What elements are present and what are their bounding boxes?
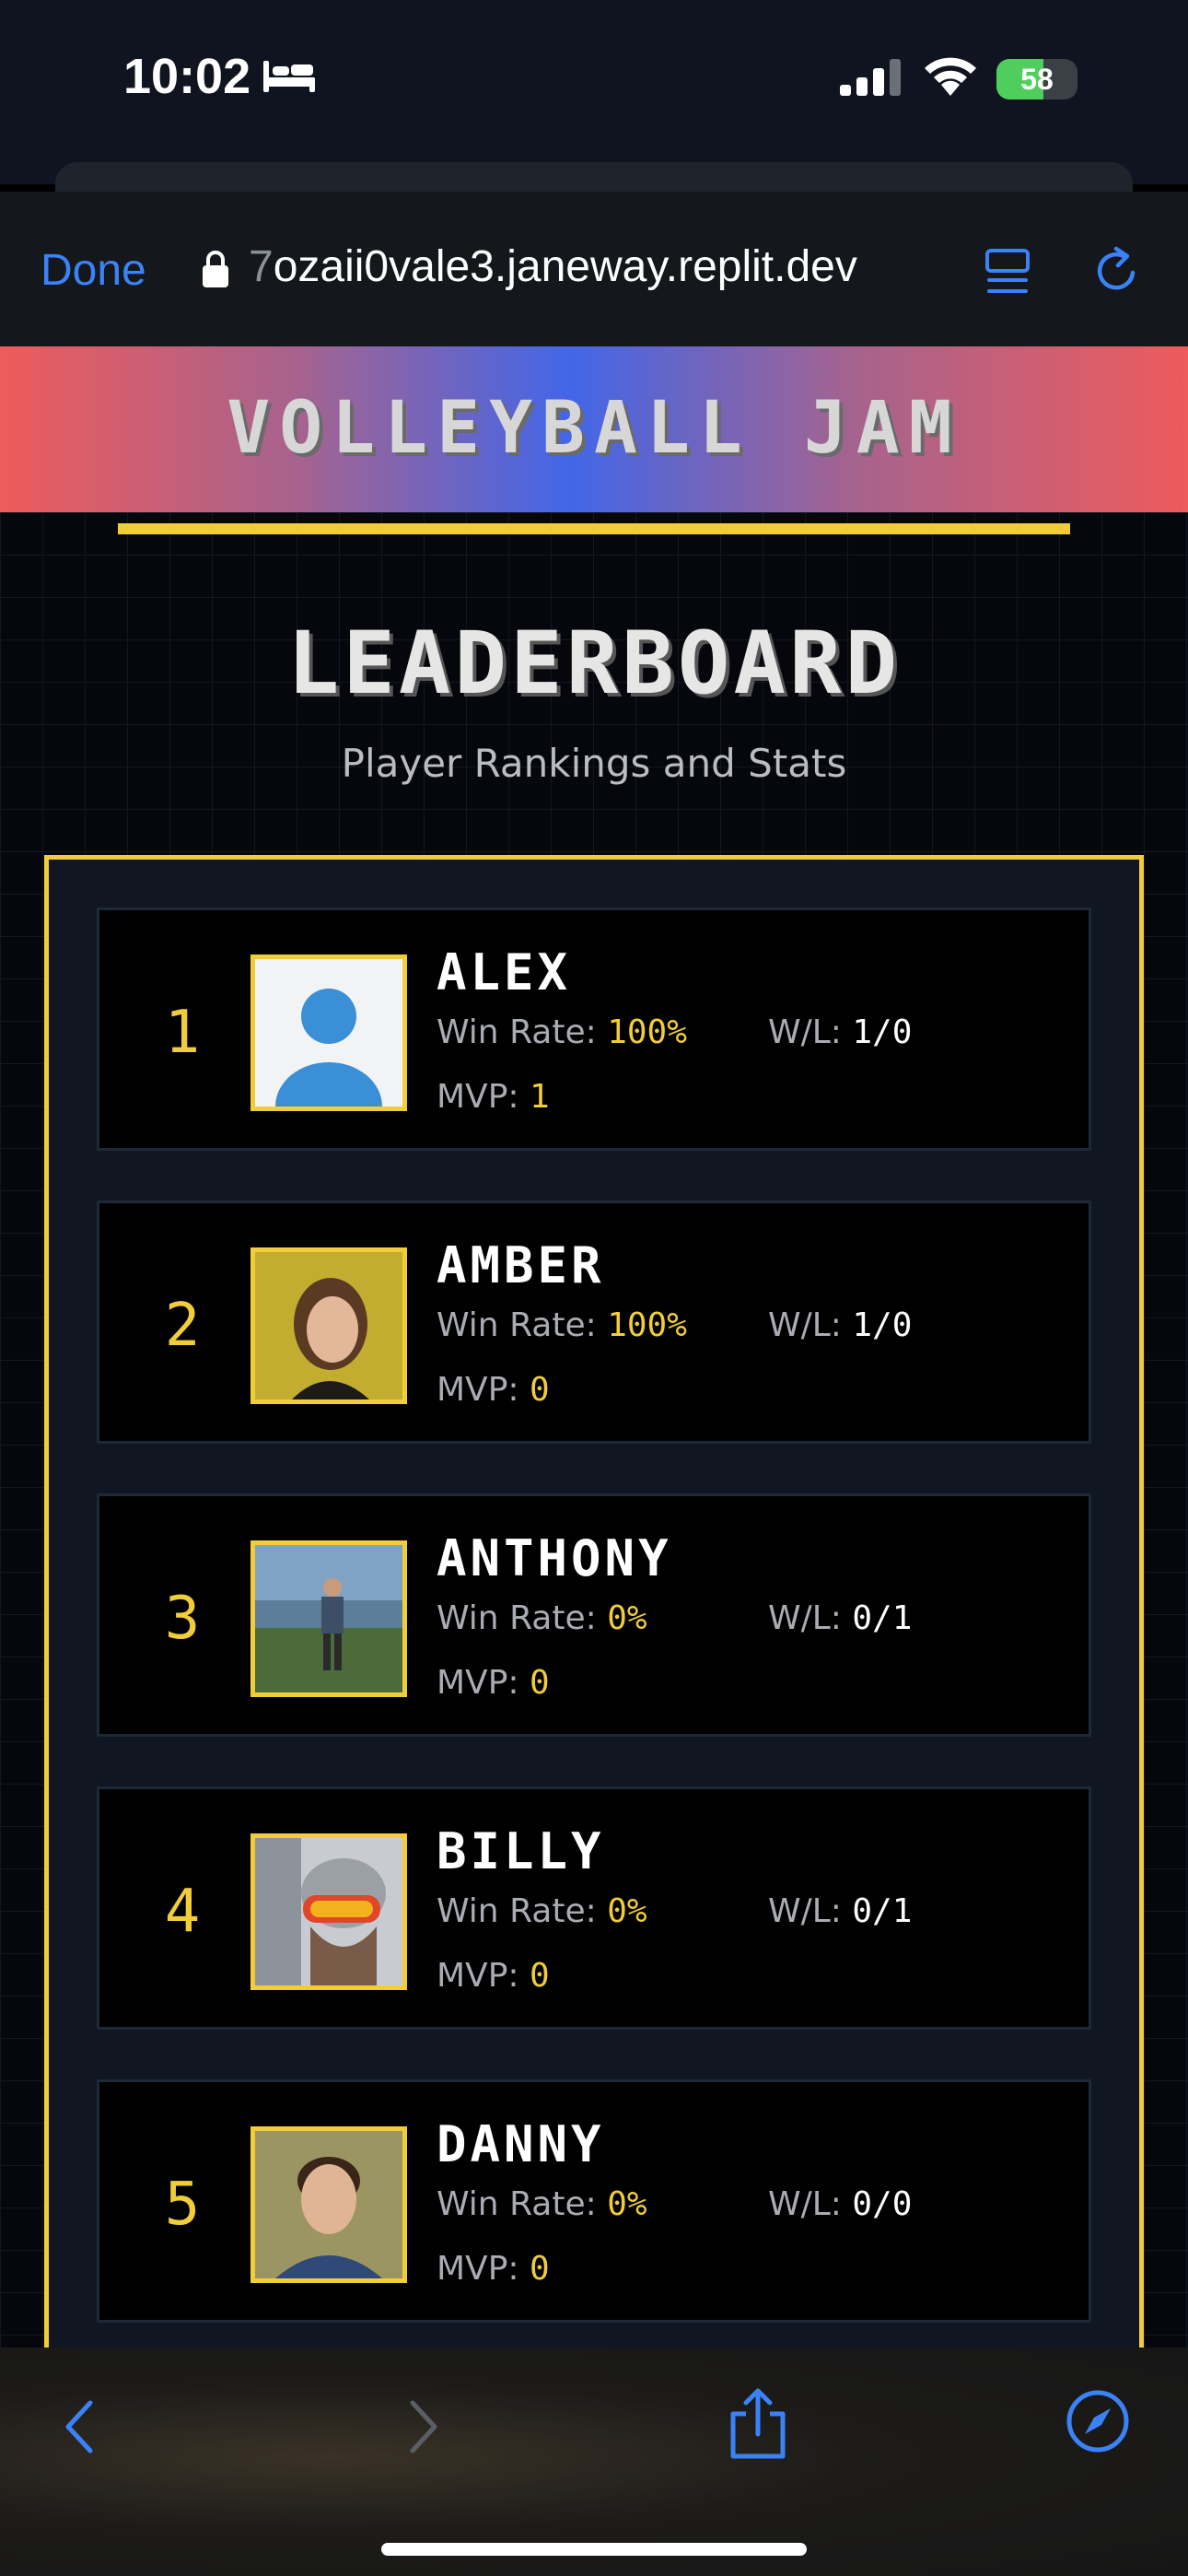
win-rate-label: Win Rate: — [437, 1306, 597, 1344]
wifi-icon — [925, 57, 976, 96]
win-rate-label: Win Rate: — [437, 2185, 597, 2223]
player-photo — [250, 1540, 407, 1697]
rank-number: 5 — [164, 2171, 201, 2239]
rank-number: 4 — [164, 1878, 201, 1946]
mvp-value: 0 — [529, 1371, 550, 1409]
browser-toolbar — [0, 2348, 1188, 2576]
rank-number: 2 — [164, 1292, 201, 1360]
reload-icon[interactable] — [1090, 245, 1142, 297]
mvp-stat: MVP: 0 — [437, 1664, 550, 1702]
win-rate-value: 100% — [607, 1013, 687, 1051]
back-icon[interactable] — [59, 2397, 99, 2456]
url-prefix: 7 — [249, 242, 274, 291]
mvp-label: MVP: — [437, 1664, 519, 1702]
mvp-value: 0 — [529, 1957, 550, 1995]
rank-number: 1 — [164, 999, 201, 1067]
wl-value: 1/0 — [852, 1013, 913, 1051]
rank-number: 3 — [164, 1585, 201, 1653]
page-title: LEADERBOARD — [286, 614, 902, 714]
mvp-label: MVP: — [437, 1371, 519, 1409]
player-row[interactable]: 5 DANNY Win Rate: 0% W/L: 0/0 MVP: 0 — [97, 2079, 1091, 2323]
mvp-stat: MVP: 0 — [437, 2250, 550, 2288]
mvp-value: 0 — [529, 2250, 550, 2288]
win-rate-stat: Win Rate: 100% — [437, 1306, 687, 1344]
player-photo — [250, 2126, 407, 2283]
win-rate-value: 0% — [607, 1599, 647, 1637]
app-banner: VOLLEYBALL JAM — [0, 346, 1188, 512]
mvp-label: MVP: — [437, 2250, 519, 2288]
mvp-stat: MVP: 0 — [437, 1957, 550, 1995]
mvp-label: MVP: — [437, 1957, 519, 1995]
wl-stat: W/L: 1/0 — [768, 1306, 912, 1344]
win-rate-value: 0% — [607, 2185, 647, 2223]
player-photo — [250, 1247, 407, 1404]
home-indicator — [381, 2543, 807, 2556]
win-rate-stat: Win Rate: 100% — [437, 1013, 687, 1051]
win-rate-label: Win Rate: — [437, 1599, 597, 1637]
wl-label: W/L: — [768, 1892, 842, 1930]
wl-stat: W/L: 0/1 — [768, 1892, 912, 1930]
wl-value: 1/0 — [852, 1306, 913, 1344]
mvp-stat: MVP: 0 — [437, 1371, 550, 1409]
player-name: DANNY — [437, 2115, 605, 2173]
wl-stat: W/L: 1/0 — [768, 1013, 912, 1051]
wl-value: 0/0 — [852, 2185, 913, 2223]
mvp-value: 0 — [529, 1664, 550, 1702]
sleep-focus-icon — [263, 61, 315, 92]
leaderboard-page: LEADERBOARD Player Rankings and Stats 1 … — [0, 512, 1188, 2348]
win-rate-stat: Win Rate: 0% — [437, 1892, 647, 1930]
share-icon[interactable] — [726, 2386, 790, 2460]
app-title: VOLLEYBALL JAM — [227, 387, 961, 470]
wl-stat: W/L: 0/0 — [768, 2185, 912, 2223]
divider — [118, 523, 1070, 534]
browser-address-bar: Done 7ozaii0vale3.janeway.replit.dev — [0, 192, 1188, 346]
wl-stat: W/L: 0/1 — [768, 1599, 912, 1637]
win-rate-value: 0% — [607, 1892, 647, 1930]
player-row[interactable]: 2 AMBER Win Rate: 100% W/L: 1/0 MVP: 0 — [97, 1200, 1091, 1444]
leaderboard-list: 1 ALEX Win Rate: 100% W/L: 1/0 MVP: 1 2 — [44, 855, 1144, 2348]
wl-label: W/L: — [768, 1013, 842, 1051]
battery-level: 58 — [1020, 63, 1054, 96]
wl-label: W/L: — [768, 1599, 842, 1637]
done-button[interactable]: Done — [41, 245, 146, 296]
reader-view-icon[interactable] — [984, 247, 1031, 299]
win-rate-stat: Win Rate: 0% — [437, 2185, 647, 2223]
url-field[interactable]: 7ozaii0vale3.janeway.replit.dev — [249, 241, 857, 292]
win-rate-value: 100% — [607, 1306, 687, 1344]
win-rate-label: Win Rate: — [437, 1013, 597, 1051]
player-name: ANTHONY — [437, 1529, 672, 1587]
player-name: ALEX — [437, 943, 572, 1001]
player-row[interactable]: 3 ANTHONY Win Rate: 0% W/L: 0/1 MVP: 0 — [97, 1493, 1091, 1737]
win-rate-label: Win Rate: — [437, 1892, 597, 1930]
player-row[interactable]: 4 BILLY Win Rate: 0% W/L: 0/1 MVP: 0 — [97, 1786, 1091, 2030]
default-avatar-icon — [250, 954, 407, 1111]
page-subtitle: Player Rankings and Stats — [341, 741, 847, 786]
battery-icon: 58 — [996, 59, 1077, 100]
status-time: 10:02 — [123, 49, 251, 104]
lock-icon — [203, 251, 228, 287]
status-bar: 10:02 58 — [0, 0, 1188, 199]
player-photo — [250, 1833, 407, 1990]
player-row[interactable]: 1 ALEX Win Rate: 100% W/L: 1/0 MVP: 1 — [97, 907, 1091, 1151]
player-name: BILLY — [437, 1822, 605, 1880]
wl-value: 0/1 — [852, 1892, 913, 1930]
forward-icon[interactable] — [403, 2397, 444, 2456]
mvp-stat: MVP: 1 — [437, 1078, 550, 1116]
compass-icon[interactable] — [1065, 2388, 1131, 2454]
wl-label: W/L: — [768, 1306, 842, 1344]
mvp-value: 1 — [529, 1078, 550, 1116]
wl-value: 0/1 — [852, 1599, 913, 1637]
wl-label: W/L: — [768, 2185, 842, 2223]
url-text: ozaii0vale3.janeway.replit.dev — [273, 242, 857, 291]
win-rate-stat: Win Rate: 0% — [437, 1599, 647, 1637]
mvp-label: MVP: — [437, 1078, 519, 1116]
player-name: AMBER — [437, 1236, 605, 1294]
cellular-signal-icon — [840, 59, 901, 96]
